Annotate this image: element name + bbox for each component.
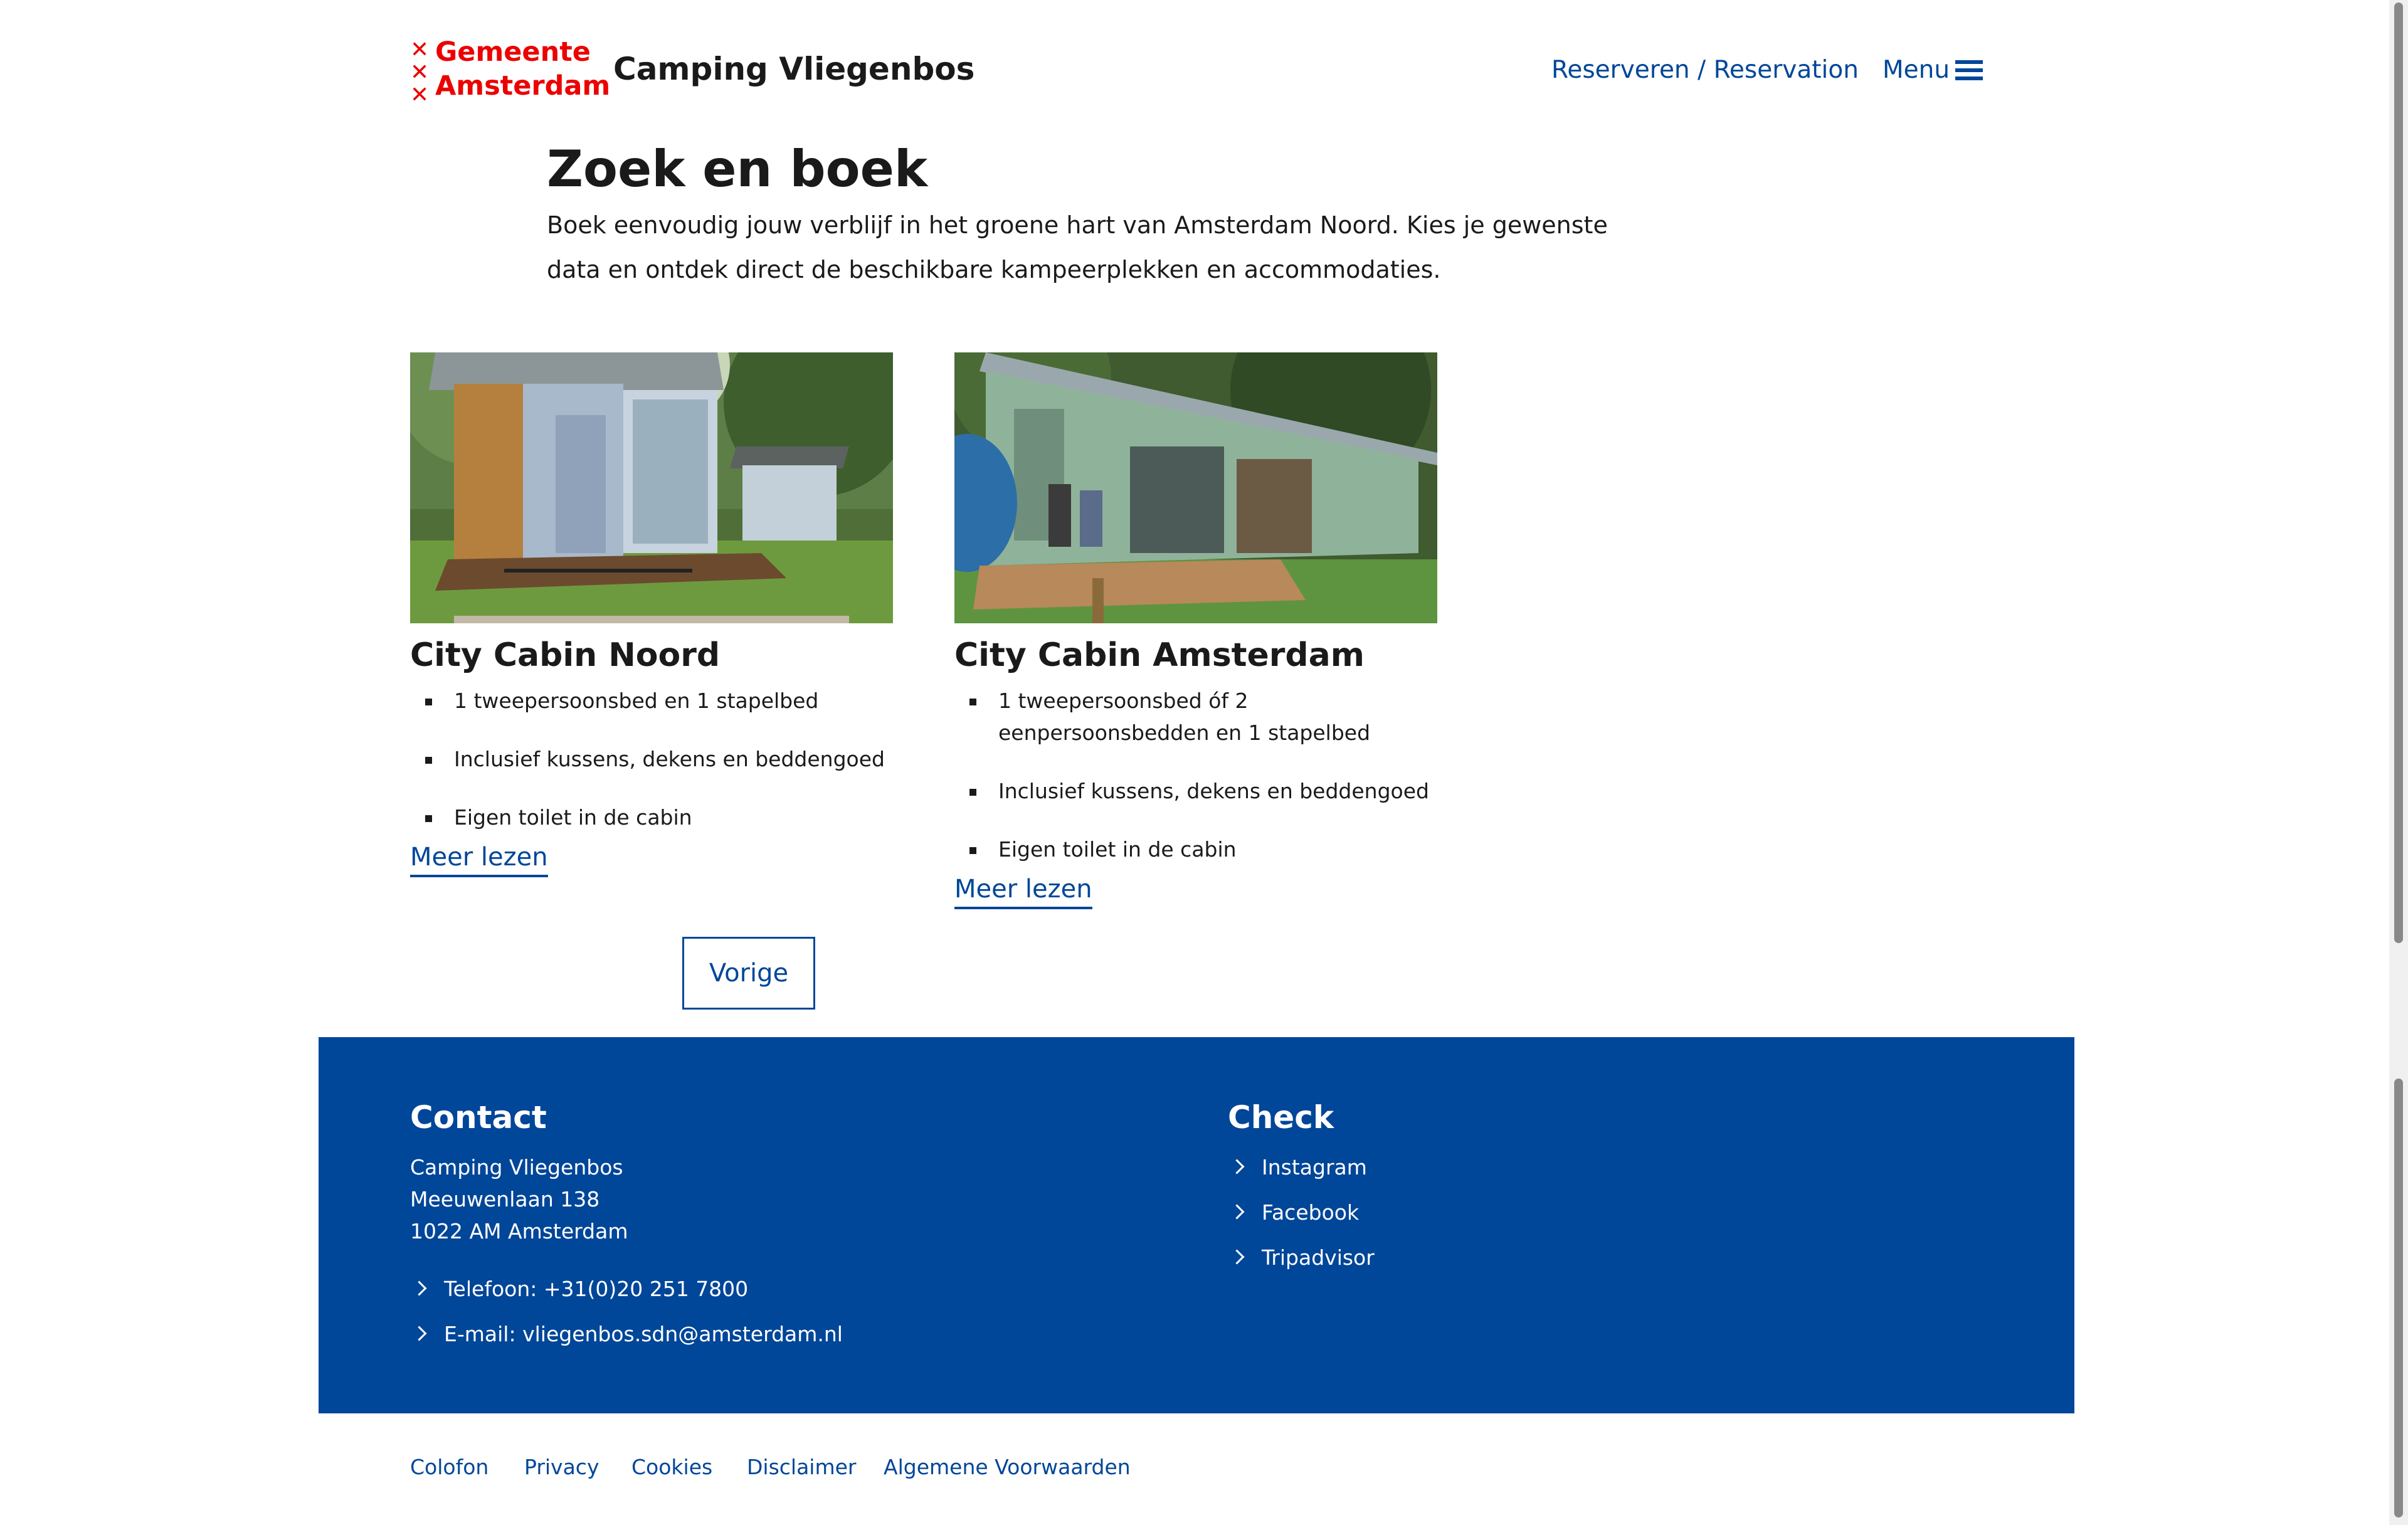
footer: Contact Camping Vliegenbos Meeuwenlaan 1… — [319, 1037, 2074, 1413]
x-cross-icon: ✕ — [410, 60, 430, 85]
feature-item: Inclusief kussens, dekens en beddengoed — [969, 775, 1437, 807]
hamburger-menu-icon[interactable] — [1955, 60, 1983, 80]
feature-list: 1 tweepersoonsbed óf 2 eenpersoonsbedden… — [954, 685, 1437, 865]
feature-item: Eigen toilet in de cabin — [425, 801, 893, 833]
disclaimer-link[interactable]: Disclaimer — [747, 1454, 857, 1481]
cookies-link[interactable]: Cookies — [631, 1454, 712, 1481]
chevron-right-icon — [1229, 1159, 1245, 1174]
card-title: City Cabin Noord — [410, 636, 721, 674]
x-cross-icon: ✕ — [410, 37, 430, 63]
chevron-right-icon — [411, 1280, 427, 1296]
page-scrollbar[interactable] — [2389, 0, 2408, 1525]
facebook-link[interactable]: Facebook — [1228, 1196, 1359, 1228]
scrollbar-thumb[interactable] — [2394, 1079, 2403, 1517]
tripadvisor-link[interactable]: Tripadvisor — [1228, 1242, 1375, 1274]
phone-link[interactable]: Telefoon: +31(0)20 251 7800 — [410, 1273, 748, 1305]
page-title: Zoek en boek — [547, 140, 928, 198]
site-title[interactable]: Camping Vliegenbos — [613, 50, 974, 88]
footer-contact-title: Contact — [410, 1099, 547, 1136]
read-more-link[interactable]: Meer lezen — [954, 873, 1092, 909]
accommodation-card: City Cabin Amsterdam 1 tweepersoonsbed ó… — [954, 352, 1437, 909]
colofon-link[interactable]: Colofon — [410, 1454, 488, 1481]
chevron-right-icon — [1229, 1204, 1245, 1220]
address-line: Meeuwenlaan 138 — [410, 1187, 600, 1211]
nav-reserve-link[interactable]: Reserveren / Reservation — [1551, 54, 1859, 87]
instagram-link[interactable]: Instagram — [1228, 1151, 1367, 1183]
card-title: City Cabin Amsterdam — [954, 636, 1365, 674]
cabin-noord-photo[interactable] — [410, 352, 893, 623]
logo-line-2: Amsterdam — [435, 70, 611, 102]
address-line: Camping Vliegenbos — [410, 1155, 623, 1179]
nav-menu-button[interactable]: Menu — [1883, 54, 1950, 87]
read-more-link[interactable]: Meer lezen — [410, 841, 548, 877]
x-cross-icon: ✕ — [410, 82, 430, 108]
feature-item: Eigen toilet in de cabin — [969, 833, 1437, 865]
address-line: 1022 AM Amsterdam — [410, 1219, 628, 1243]
scrollbar-thumb[interactable] — [2394, 3, 2403, 943]
feature-item: Inclusief kussens, dekens en beddengoed — [425, 743, 893, 775]
feature-list: 1 tweepersoonsbed en 1 stapelbed Inclusi… — [410, 685, 893, 833]
email-link[interactable]: E-mail: vliegenbos.sdn@amsterdam.nl — [410, 1318, 843, 1350]
feature-item: 1 tweepersoonsbed en 1 stapelbed — [425, 685, 893, 717]
footer-check-title: Check — [1228, 1099, 1334, 1136]
chevron-right-icon — [411, 1326, 427, 1341]
feature-item: 1 tweepersoonsbed óf 2 eenpersoonsbedden… — [969, 685, 1437, 749]
cabin-amsterdam-photo[interactable] — [954, 352, 1437, 623]
gemeente-amsterdam-logo[interactable]: ✕ ✕ ✕ Gemeente Amsterdam — [410, 36, 610, 108]
terms-link[interactable]: Algemene Voorwaarden — [884, 1454, 1131, 1481]
chevron-right-icon — [1229, 1249, 1245, 1265]
privacy-link[interactable]: Privacy — [524, 1454, 599, 1481]
intro-text: Boek eenvoudig jouw verblijf in het groe… — [547, 211, 1608, 283]
accommodation-card: City Cabin Noord 1 tweepersoonsbed en 1 … — [410, 352, 893, 877]
previous-button[interactable]: Vorige — [682, 937, 815, 1010]
logo-line-1: Gemeente — [435, 36, 591, 68]
